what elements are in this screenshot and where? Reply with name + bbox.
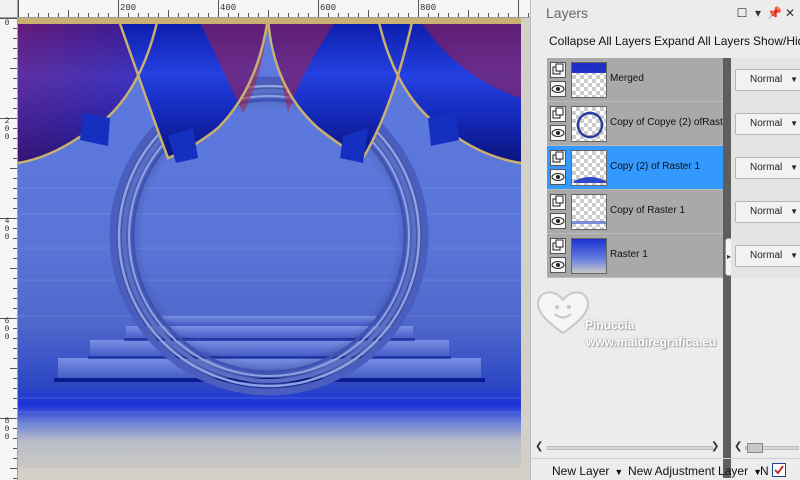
chevron-down-icon: ▼ [790,163,798,172]
ruler-v-label-200: 2 0 0 [4,117,10,142]
layer-name: Copy of Copye (2) ofRaster 1 [610,117,741,128]
heart-logo-icon [537,291,589,335]
ruler-label-800: 800 [420,3,437,13]
dropdown-menu-icon[interactable]: ▾ [751,6,765,20]
layer-name: Copy of Raster 1 [610,205,686,216]
layers-palette: Layers ☐ ▾ 📌 ✕ Collapse All Layers Expan… [530,0,800,480]
chevron-down-icon: ▼ [790,251,798,260]
scroll-track[interactable] [547,446,713,450]
layer-type-icon[interactable] [550,62,566,78]
ruler-v-label-600: 6 0 0 [4,317,10,342]
maximize-icon[interactable]: ☐ [735,6,749,20]
ruler-corner [0,0,18,18]
blend-mode-column: Normal ▼ Normal ▼ Normal ▼ Normal ▼ Normal ▼ [731,58,800,278]
layers-toolbar: Collapse All Layers Expand All Layers Sh… [531,28,800,54]
palette-title: Layers [546,5,589,21]
artwork [18,18,521,468]
blend-mode-dropdown-copy-of-copye[interactable]: Normal ▼ [735,113,800,135]
blend-mode-dropdown-raster-1[interactable]: Normal ▼ [735,245,800,267]
layer-name: Merged [610,73,644,84]
new-layer-button[interactable]: New Layer ▼ [552,464,623,478]
image-editor-area: 200 400 600 800 0 2 0 0 4 0 0 6 0 0 8 0 … [0,0,530,480]
vertical-ruler-ticks [0,18,17,479]
layers-palette-header: Layers ☐ ▾ 📌 ✕ [531,0,800,26]
ruler-v-label-800: 8 0 0 [4,417,10,442]
layer-thumbnail [571,238,607,274]
layer-type-icon[interactable] [550,238,566,254]
layers-bottom-toolbar: New Layer ▼ New Adjustment Layer ▼ N [531,458,800,480]
blend-mode-dropdown-copy-of-raster[interactable]: Normal ▼ [735,201,800,223]
layer-thumbnail [571,106,607,142]
watermark-url: www.maidiregrafica.eu [586,335,717,349]
visibility-eye-icon[interactable] [550,81,566,97]
chevron-down-icon: ▼ [790,75,798,84]
chevron-down-icon: ▼ [790,207,798,216]
expand-all-layers-button[interactable]: Expand All Layers [654,34,750,48]
layer-list-horizontal-scrollbar[interactable]: ❮ ❯ [531,440,723,456]
layer-list: Merged Copy of Copye (2) ofRaster 1 Copy… [547,58,740,278]
watermark-name: Pinuccia [585,318,635,332]
show-hide-button[interactable]: Show/Hid [753,34,800,48]
close-icon[interactable]: ✕ [783,6,797,20]
blend-mode-dropdown-merged[interactable]: Normal ▼ [735,69,800,91]
layer-thumbnail [571,194,607,230]
visibility-eye-icon[interactable] [550,213,566,229]
ruler-label-200: 200 [120,3,137,13]
layer-row-copy-2-of-raster-1[interactable]: Copy (2) of Raster 1 [547,146,723,190]
blend-mode-dropdown-copy-2[interactable]: Normal ▼ [735,157,800,179]
scroll-thumb[interactable] [747,443,763,453]
layer-thumbnail [571,62,607,98]
scroll-left-icon[interactable]: ❮ [535,441,543,452]
chevron-down-icon: ▼ [614,467,624,477]
canvas-margin [521,18,530,480]
layer-type-icon[interactable] [550,150,566,166]
visibility-eye-icon[interactable] [550,257,566,273]
chevron-down-icon: ▼ [790,119,798,128]
scroll-right-icon[interactable]: ❯ [711,441,719,452]
visibility-eye-icon[interactable] [550,125,566,141]
pin-icon[interactable]: 📌 [767,6,782,20]
layer-name: Copy (2) of Raster 1 [610,161,701,172]
layer-name: Raster 1 [610,249,648,260]
visibility-eye-icon[interactable] [550,169,566,185]
layer-type-icon[interactable] [550,106,566,122]
ruler-v-label-0: 0 [4,19,10,28]
scroll-left-icon[interactable]: ❮ [734,441,742,452]
ruler-label-400: 400 [220,3,237,13]
layer-type-icon[interactable] [550,194,566,210]
new-adjustment-layer-button[interactable]: New Adjustment Layer ▼ [628,464,762,478]
layer-thumbnail [571,150,607,186]
layer-row-copy-of-raster-1[interactable]: Copy of Raster 1 [547,190,723,234]
vertical-ruler: 0 2 0 0 4 0 0 6 0 0 8 0 0 [0,18,18,480]
layer-row-merged[interactable]: Merged [547,58,723,102]
horizontal-ruler-ticks [18,0,529,17]
canvas-margin-bottom [18,468,530,480]
image-canvas[interactable] [18,18,521,468]
horizontal-ruler: 200 400 600 800 [18,0,530,18]
blend-column-horizontal-scrollbar[interactable]: ❮ [731,440,800,456]
watermark: Pinuccia www.maidiregrafica.eu [531,285,731,355]
checkmark-icon[interactable] [772,463,786,477]
layer-row-copy-of-copye[interactable]: Copy of Copye (2) ofRaster 1 [547,102,740,146]
ruler-label-600: 600 [320,3,337,13]
layer-row-raster-1[interactable]: Raster 1 [547,234,723,278]
ruler-v-label-400: 4 0 0 [4,217,10,242]
collapse-all-layers-button[interactable]: Collapse All Layers [549,34,651,48]
mask-button[interactable]: N [760,464,769,478]
